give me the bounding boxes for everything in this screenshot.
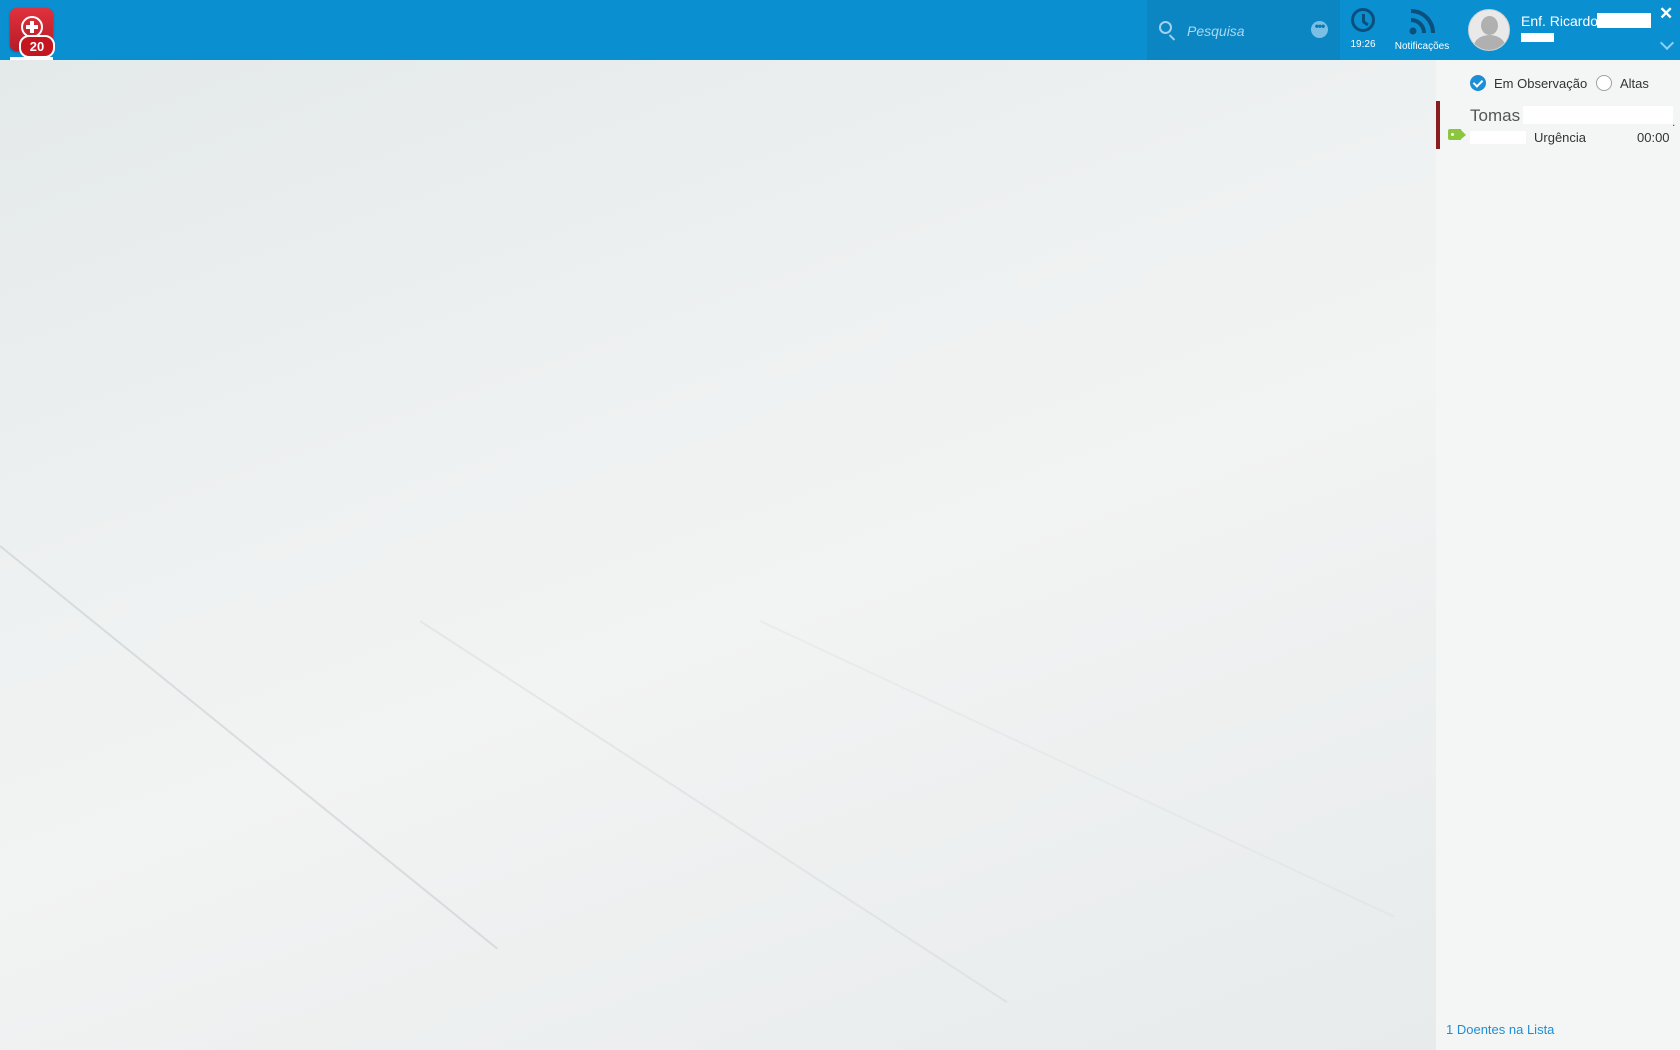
priority-bar: [1436, 101, 1440, 149]
filter-row: Em Observação Altas: [1436, 72, 1680, 96]
app-badge-count: 20: [19, 35, 55, 58]
filter-discharges-label[interactable]: Altas: [1620, 76, 1649, 91]
patient-list-panel: Em Observação Altas Tomas . Urgência 00:…: [1436, 60, 1680, 1050]
chevron-down-icon[interactable]: [1659, 35, 1675, 51]
search-icon: [1159, 21, 1172, 34]
close-icon[interactable]: ✕: [1659, 5, 1673, 22]
patient-list-item[interactable]: Tomas . Urgência 00:00: [1436, 101, 1680, 149]
clock-icon[interactable]: [1351, 8, 1375, 32]
clock-time: 19:26: [1350, 39, 1376, 50]
redacted-patient-id: [1470, 131, 1526, 144]
notifications-label[interactable]: Notificações: [1390, 41, 1454, 52]
patient-name: Tomas: [1470, 106, 1521, 125]
more-options-icon[interactable]: •••: [1311, 20, 1328, 38]
background-streak: [419, 620, 1008, 1004]
background-streak: [0, 545, 499, 950]
avatar-head: [1481, 16, 1498, 35]
search-input[interactable]: [1185, 18, 1309, 44]
user-name[interactable]: Enf. Ricardo: [1521, 13, 1598, 29]
filter-observation-label[interactable]: Em Observação: [1494, 76, 1587, 91]
tag-icon: [1448, 129, 1466, 140]
redacted-role: [1521, 33, 1554, 42]
main-workspace: [0, 60, 1436, 1050]
background-streak: [759, 620, 1395, 918]
filter-observation-radio[interactable]: [1470, 75, 1486, 91]
filter-discharges-radio[interactable]: [1596, 75, 1612, 91]
top-bar: 20 ••• 19:26 Notificações Enf. Ricardo ✕: [0, 0, 1680, 60]
patient-time: 00:00: [1637, 130, 1670, 145]
rss-icon[interactable]: [1408, 8, 1436, 36]
redacted-patient-surname: [1523, 106, 1673, 124]
avatar[interactable]: [1468, 9, 1510, 51]
patient-count: 1 Doentes na Lista: [1446, 1022, 1555, 1037]
avatar-body: [1474, 35, 1505, 50]
patient-origin: Urgência: [1534, 130, 1587, 145]
patient-name-dot: .: [1672, 115, 1676, 129]
search-box: •••: [1147, 0, 1340, 60]
redacted-surname: [1597, 13, 1651, 28]
